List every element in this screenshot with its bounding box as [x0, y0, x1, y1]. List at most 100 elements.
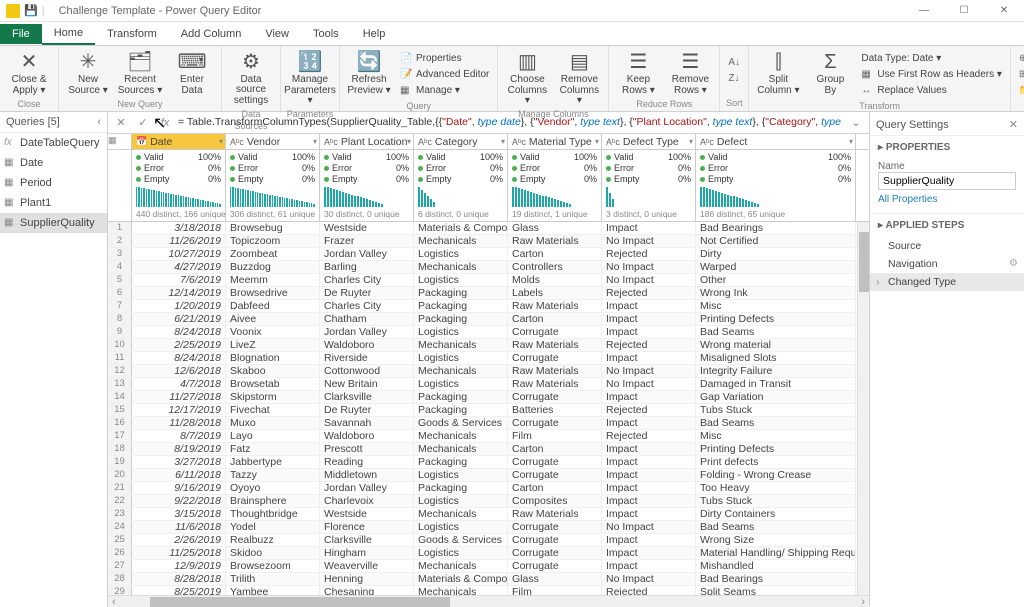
cell-vendor[interactable]: Topiczoom — [226, 235, 320, 247]
cell-category[interactable]: Goods & Services — [414, 534, 508, 546]
cell-defect-type[interactable]: Impact — [602, 417, 696, 429]
column-header-vendor[interactable]: AᵇcVendor▾ — [226, 134, 320, 149]
sort-asc-button[interactable]: A↓ — [728, 54, 740, 70]
cell-category[interactable]: Logistics — [414, 352, 508, 364]
cell-vendor[interactable]: Jabbertype — [226, 456, 320, 468]
cell-material[interactable]: Corrugate — [508, 417, 602, 429]
row-header[interactable]: 27 — [108, 560, 132, 572]
row-header[interactable]: 19 — [108, 456, 132, 468]
cell-material[interactable]: Carton — [508, 313, 602, 325]
cell-vendor[interactable]: Browsetab — [226, 378, 320, 390]
cell-date[interactable]: 6/21/2019 — [132, 313, 226, 325]
formula-cancel-button[interactable]: ✕ — [112, 116, 130, 129]
table-row[interactable]: 288/28/2018TrilithHenningMaterials & Com… — [108, 573, 869, 586]
cell-date[interactable]: 2/26/2019 — [132, 534, 226, 546]
cell-defect[interactable]: Not Certified — [696, 235, 856, 247]
cell-plant[interactable]: Florence — [320, 521, 414, 533]
filter-dropdown-icon[interactable]: ▾ — [689, 137, 693, 146]
cell-defect-type[interactable]: No Impact — [602, 573, 696, 585]
recent-sources-button[interactable]: 🗂RecentSources ▾ — [115, 48, 165, 98]
query-item-supplierquality[interactable]: SupplierQuality — [0, 213, 107, 233]
row-header[interactable]: 20 — [108, 469, 132, 481]
cell-vendor[interactable]: LiveZ — [226, 339, 320, 351]
cell-category[interactable]: Logistics — [414, 274, 508, 286]
cell-date[interactable]: 4/7/2018 — [132, 378, 226, 390]
type-icon[interactable]: Aᵇc — [230, 137, 244, 147]
cell-defect[interactable]: Gap Variation — [696, 391, 856, 403]
row-header[interactable]: 25 — [108, 534, 132, 546]
cell-category[interactable]: Logistics — [414, 521, 508, 533]
cell-category[interactable]: Packaging — [414, 456, 508, 468]
type-icon[interactable]: Aᵇc — [418, 137, 432, 147]
row-header[interactable]: 1 — [108, 222, 132, 234]
cell-category[interactable]: Packaging — [414, 482, 508, 494]
table-row[interactable]: 206/11/2018TazzyMiddletownLogisticsCorru… — [108, 469, 869, 482]
cell-defect-type[interactable]: Rejected — [602, 339, 696, 351]
cell-plant[interactable]: Jordan Valley — [320, 326, 414, 338]
cell-date[interactable]: 6/11/2018 — [132, 469, 226, 481]
column-header-defect-type[interactable]: AᵇcDefect Type▾ — [602, 134, 696, 149]
table-row[interactable]: 310/27/2019ZoombeatJordan ValleyLogistic… — [108, 248, 869, 261]
cell-category[interactable]: Packaging — [414, 391, 508, 403]
cell-material[interactable]: Film — [508, 430, 602, 442]
cell-category[interactable]: Packaging — [414, 404, 508, 416]
cell-material[interactable]: Labels — [508, 287, 602, 299]
cell-category[interactable]: Logistics — [414, 469, 508, 481]
cell-defect-type[interactable]: No Impact — [602, 521, 696, 533]
cell-date[interactable]: 7/6/2019 — [132, 274, 226, 286]
applied-step-source[interactable]: Source — [870, 237, 1024, 255]
cell-defect[interactable]: Damaged in Transit — [696, 378, 856, 390]
cell-category[interactable]: Logistics — [414, 378, 508, 390]
keep-rows-button[interactable]: ☰KeepRows ▾ — [613, 48, 663, 98]
table-row[interactable]: 57/6/2019MeemmCharles CityLogisticsMolds… — [108, 274, 869, 287]
scroll-thumb[interactable] — [859, 232, 869, 292]
applied-step-navigation[interactable]: Navigation⚙ — [870, 255, 1024, 273]
horizontal-scrollbar[interactable]: ‹ › — [108, 595, 869, 607]
cell-material[interactable]: Controllers — [508, 261, 602, 273]
cell-plant[interactable]: Westside — [320, 222, 414, 234]
table-row[interactable]: 134/7/2018BrowsetabNew BritainLogisticsR… — [108, 378, 869, 391]
cell-defect-type[interactable]: Impact — [602, 222, 696, 234]
cell-plant[interactable]: Clarksville — [320, 534, 414, 546]
cell-defect[interactable]: Misaligned Slots — [696, 352, 856, 364]
cell-plant[interactable]: Jordan Valley — [320, 482, 414, 494]
cell-vendor[interactable]: Thoughtbridge — [226, 508, 320, 520]
cell-defect[interactable]: Dirty — [696, 248, 856, 260]
cell-vendor[interactable]: Yambee — [226, 586, 320, 595]
cell-plant[interactable]: Waldoboro — [320, 430, 414, 442]
cell-plant[interactable]: Cottonwood — [320, 365, 414, 377]
split-column-button[interactable]: ⫿SplitColumn ▾ — [753, 48, 803, 98]
cell-defect-type[interactable]: Rejected — [602, 404, 696, 416]
cell-defect-type[interactable]: Impact — [602, 326, 696, 338]
cell-material[interactable]: Raw Materials — [508, 365, 602, 377]
cell-defect-type[interactable]: Impact — [602, 300, 696, 312]
cell-defect[interactable]: Bad Bearings — [696, 573, 856, 585]
row-header[interactable]: 9 — [108, 326, 132, 338]
table-row[interactable]: 44/27/2019BuzzdogBarlingMechanicalsContr… — [108, 261, 869, 274]
cell-date[interactable]: 10/27/2019 — [132, 248, 226, 260]
cell-defect[interactable]: Printing Defects — [696, 443, 856, 455]
cell-plant[interactable]: Westside — [320, 508, 414, 520]
cell-material[interactable]: Corrugate — [508, 469, 602, 481]
query-item-datetablequery[interactable]: DateTableQuery — [0, 133, 107, 153]
cell-category[interactable]: Logistics — [414, 326, 508, 338]
row-header[interactable]: 14 — [108, 391, 132, 403]
cell-defect[interactable]: Too Heavy — [696, 482, 856, 494]
cell-vendor[interactable]: Browsebug — [226, 222, 320, 234]
cell-material[interactable]: Raw Materials — [508, 378, 602, 390]
cell-defect-type[interactable]: No Impact — [602, 365, 696, 377]
cell-category[interactable]: Mechanicals — [414, 261, 508, 273]
cell-category[interactable]: Materials & Components — [414, 222, 508, 234]
cell-vendor[interactable]: Fivechat — [226, 404, 320, 416]
first-row-headers-button[interactable]: ▦Use First Row as Headers ▾ — [861, 66, 1002, 82]
properties-button[interactable]: 📄Properties — [400, 50, 489, 66]
cell-vendor[interactable]: Fatz — [226, 443, 320, 455]
cell-defect-type[interactable]: No Impact — [602, 378, 696, 390]
row-header[interactable]: 6 — [108, 287, 132, 299]
cell-plant[interactable]: Prescott — [320, 443, 414, 455]
table-row[interactable]: 193/27/2018JabbertypeReadingPackagingCor… — [108, 456, 869, 469]
table-row[interactable]: 2611/25/2018SkidooHinghamLogisticsCorrug… — [108, 547, 869, 560]
filter-dropdown-icon[interactable]: ▾ — [407, 137, 411, 146]
refresh-preview-button[interactable]: 🔄RefreshPreview ▾ — [344, 48, 394, 98]
cell-defect[interactable]: Tubs Stuck — [696, 404, 856, 416]
